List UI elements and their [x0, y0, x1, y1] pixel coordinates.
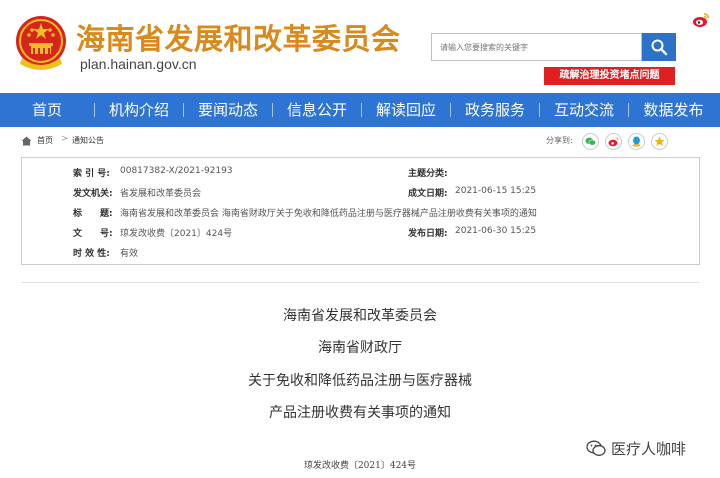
weibo-share-icon	[608, 137, 619, 146]
share-weibo-button[interactable]	[605, 133, 622, 150]
watermark-text: 医疗人咖啡	[611, 439, 687, 458]
nav-item-interpretation[interactable]: 解读回应	[362, 93, 450, 127]
weibo-icon[interactable]	[692, 12, 710, 28]
document-title-line-2: 海南省财政厅	[318, 340, 402, 356]
document-number-value: 琼发改收费〔2021〕424号	[120, 229, 233, 239]
notice-banner-button[interactable]: 疏解治理投资堵点问题	[544, 67, 675, 85]
share-label: 分享到:	[546, 136, 573, 145]
validity-label: 时 效 性:	[73, 249, 110, 259]
index-number-value: 00817382-X/2021-92193	[120, 166, 233, 176]
published-date-value: 2021-06-30 15:25	[455, 226, 537, 236]
breadcrumb-home[interactable]: 首页	[37, 135, 53, 146]
nav-item-interaction[interactable]: 互动交流	[540, 93, 628, 127]
document-number-label: 文 号:	[73, 229, 113, 239]
wechat-watermark: 医疗人咖啡	[586, 436, 706, 460]
wechat-icon	[585, 137, 596, 146]
share-qzone-button[interactable]	[651, 133, 668, 150]
title-label: 标 题:	[73, 209, 113, 219]
nav-item-services[interactable]: 政务服务	[451, 93, 539, 127]
nav-item-home[interactable]: 首页	[0, 93, 94, 127]
content-divider	[21, 282, 700, 283]
site-title[interactable]: 海南省发展和改革委员会	[76, 16, 401, 58]
breadcrumb: 首页 > 通知公告 分享到:	[0, 127, 720, 155]
qq-icon	[632, 136, 641, 147]
index-number-label: 索 引 号:	[73, 169, 110, 179]
wechat-watermark-icon	[586, 440, 606, 456]
nav-item-about[interactable]: 机构介绍	[95, 93, 183, 127]
issuer-label: 发文机关:	[73, 189, 113, 199]
site-url: plan.hainan.gov.cn	[80, 56, 197, 72]
document-title-line-4: 产品注册收费有关事项的通知	[269, 405, 451, 421]
issuer-value: 省发展和改革委员会	[120, 189, 202, 199]
search-icon	[651, 39, 668, 56]
document-title-line-3: 关于免收和降低药品注册与医疗器械	[248, 373, 472, 389]
document-info-table: 索 引 号: 00817382-X/2021-92193 主题分类: 发文机关:…	[21, 157, 700, 265]
share-qq-button[interactable]	[628, 133, 645, 150]
search-button[interactable]	[642, 33, 676, 61]
search-input[interactable]	[432, 34, 641, 60]
published-date-label: 发布日期:	[408, 229, 448, 239]
topic-label: 主题分类:	[408, 169, 448, 179]
nav-item-data[interactable]: 数据发布	[629, 93, 718, 127]
site-header: 海南省发展和改革委员会 plan.hainan.gov.cn 疏解治理投资堵点问…	[0, 0, 720, 92]
search-box	[431, 33, 642, 61]
title-value: 海南省发展和改革委员会 海南省财政厅关于免收和降低药品注册与医疗器械产品注册收费…	[120, 209, 537, 219]
share-wechat-button[interactable]	[582, 133, 599, 150]
nav-item-info-disclosure[interactable]: 信息公开	[273, 93, 361, 127]
star-icon	[654, 136, 665, 146]
document-title-line-1: 海南省发展和改革委员会	[283, 308, 437, 324]
nav-item-news[interactable]: 要闻动态	[184, 93, 272, 127]
created-date-value: 2021-06-15 15:25	[455, 186, 537, 196]
home-icon	[21, 136, 32, 146]
main-nav: 首页 机构介绍 要闻动态 信息公开 解读回应 政务服务 互动交流 数据发布	[0, 93, 720, 127]
breadcrumb-current[interactable]: 通知公告	[72, 135, 104, 146]
validity-value: 有效	[120, 249, 139, 259]
national-emblem-icon	[16, 16, 66, 70]
created-date-label: 成文日期:	[408, 189, 448, 199]
breadcrumb-separator: >	[61, 134, 69, 144]
